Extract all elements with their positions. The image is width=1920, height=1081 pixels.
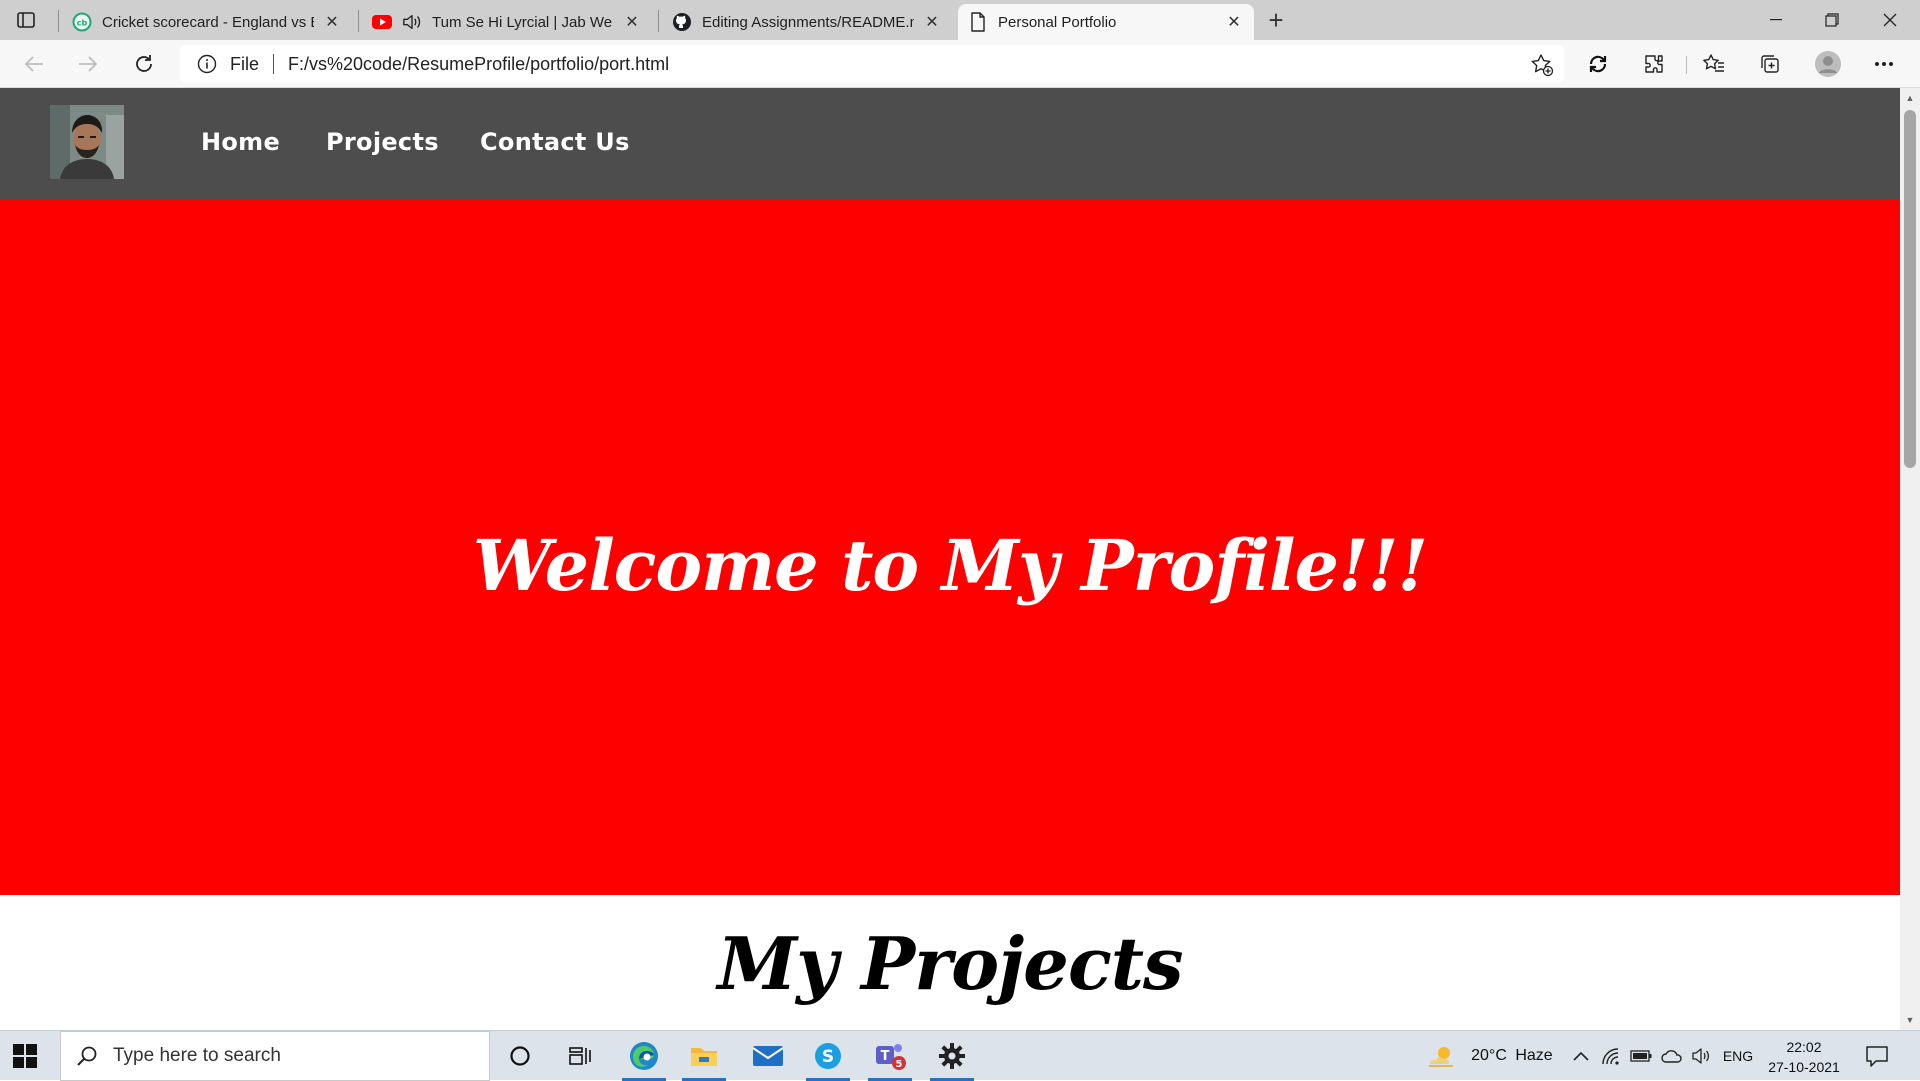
collections-icon[interactable] xyxy=(1756,50,1784,78)
toolbar-divider xyxy=(1686,56,1687,74)
mail-icon[interactable] xyxy=(740,1031,796,1081)
tab-title: Editing Assignments/README.m xyxy=(702,13,914,31)
network-icon[interactable] xyxy=(1598,1031,1624,1081)
tab-youtube-song[interactable]: Tum Se Hi Lyrcial | Jab We M ✕ xyxy=(362,4,652,40)
close-tab-icon[interactable]: ✕ xyxy=(1224,12,1244,32)
svg-text:cb: cb xyxy=(77,19,88,28)
divider xyxy=(273,54,275,74)
back-arrow-icon[interactable] xyxy=(18,48,50,80)
site-navbar: Home Projects Contact Us xyxy=(0,88,1900,199)
more-menu-icon[interactable] xyxy=(1870,50,1898,78)
scroll-thumb[interactable] xyxy=(1904,110,1916,468)
profile-avatar-icon[interactable] xyxy=(1814,50,1842,78)
cortana-icon[interactable] xyxy=(492,1031,548,1081)
onedrive-cloud-icon[interactable] xyxy=(1658,1031,1686,1081)
tab-cricket-scorecard[interactable]: cb Cricket scorecard - England vs Ba ✕ xyxy=(62,4,352,40)
github-icon xyxy=(672,12,692,32)
clock-date: 27-10-2021 xyxy=(1768,1059,1840,1075)
close-tab-icon[interactable]: ✕ xyxy=(622,12,642,32)
notification-center-icon[interactable] xyxy=(1864,1043,1890,1069)
tab-personal-portfolio[interactable]: Personal Portfolio ✕ xyxy=(958,4,1254,40)
page-viewport: Home Projects Contact Us Welcome to My P… xyxy=(0,88,1900,1030)
weather-temperature[interactable]: 20°C xyxy=(1464,1031,1514,1081)
url-text[interactable]: F:/vs%20code/ResumeProfile/portfolio/por… xyxy=(288,54,669,75)
nav-link-contact-us[interactable]: Contact Us xyxy=(480,128,630,156)
vertical-scrollbar[interactable]: ▲ ▼ xyxy=(1900,88,1920,1030)
file-explorer-icon[interactable] xyxy=(676,1031,732,1081)
system-clock[interactable]: 22:02 27-10-2021 xyxy=(1762,1037,1846,1077)
page-icon xyxy=(968,12,988,32)
scroll-up-icon[interactable]: ▲ xyxy=(1900,90,1920,106)
refresh-icon[interactable] xyxy=(128,48,160,80)
add-favorite-icon[interactable] xyxy=(1530,53,1554,77)
extensions-icon[interactable] xyxy=(1640,50,1668,78)
weather-condition[interactable]: Haze xyxy=(1512,1031,1556,1081)
windows-taskbar: Type here to search S T5 20°C Haze ENG 2… xyxy=(0,1030,1920,1081)
skype-icon[interactable]: S xyxy=(800,1031,856,1081)
cricbuzz-icon: cb xyxy=(72,12,92,32)
show-hidden-icons-chevron-icon[interactable] xyxy=(1568,1031,1594,1081)
tab-separator xyxy=(358,10,359,32)
youtube-icon xyxy=(372,12,392,32)
sync-icon[interactable] xyxy=(1584,50,1612,78)
search-icon xyxy=(75,1044,99,1068)
minimize-window-icon[interactable] xyxy=(1748,0,1804,40)
scroll-down-icon[interactable]: ▼ xyxy=(1900,1012,1920,1028)
site-info-icon[interactable] xyxy=(196,53,218,75)
new-tab-icon[interactable]: + xyxy=(1262,5,1290,35)
tab-title: Tum Se Hi Lyrcial | Jab We M xyxy=(432,13,614,31)
favorites-icon[interactable] xyxy=(1700,50,1728,78)
input-language[interactable]: ENG xyxy=(1718,1031,1758,1081)
search-placeholder: Type here to search xyxy=(113,1045,281,1066)
hero-heading: Welcome to My Profile!!! xyxy=(472,523,1428,607)
browser-toolbar: File F:/vs%20code/ResumeProfile/portfoli… xyxy=(0,40,1920,88)
battery-icon[interactable] xyxy=(1628,1031,1654,1081)
address-bar[interactable]: File F:/vs%20code/ResumeProfile/portfoli… xyxy=(180,45,1564,83)
svg-text:T: T xyxy=(881,1049,890,1064)
tab-separator xyxy=(58,10,59,32)
edge-browser-icon[interactable] xyxy=(616,1031,672,1081)
tab-github-readme[interactable]: Editing Assignments/README.m ✕ xyxy=(662,4,952,40)
windows-start-icon[interactable] xyxy=(12,1043,38,1069)
tab-title: Cricket scorecard - England vs Ba xyxy=(102,13,314,31)
volume-icon[interactable] xyxy=(1688,1031,1714,1081)
tab-separator xyxy=(658,10,659,32)
tab-title: Personal Portfolio xyxy=(998,13,1117,31)
svg-text:S: S xyxy=(822,1047,834,1067)
url-scheme-label: File xyxy=(230,53,260,74)
browser-tab-strip: cb Cricket scorecard - England vs Ba ✕ T… xyxy=(0,0,1920,40)
taskbar-search-box[interactable]: Type here to search xyxy=(60,1031,490,1081)
teams-icon[interactable]: T5 xyxy=(862,1031,918,1081)
projects-heading: My Projects xyxy=(717,921,1183,1006)
close-tab-icon[interactable]: ✕ xyxy=(322,12,342,32)
close-window-icon[interactable] xyxy=(1862,0,1918,40)
nav-link-projects[interactable]: Projects xyxy=(326,128,439,156)
profile-photo xyxy=(50,105,124,179)
clock-time: 22:02 xyxy=(1786,1039,1822,1055)
restore-window-icon[interactable] xyxy=(1804,0,1860,40)
task-view-icon[interactable] xyxy=(552,1031,608,1081)
weather-icon[interactable] xyxy=(1424,1031,1460,1081)
tab-actions-icon[interactable] xyxy=(14,8,38,32)
close-tab-icon[interactable]: ✕ xyxy=(922,12,942,32)
audio-playing-icon[interactable] xyxy=(402,12,422,32)
nav-link-home[interactable]: Home xyxy=(201,128,280,156)
hero-banner: Welcome to My Profile!!! xyxy=(0,199,1900,895)
settings-gear-icon[interactable] xyxy=(924,1031,980,1081)
forward-arrow-icon[interactable] xyxy=(72,48,104,80)
teams-badge-count: 5 xyxy=(896,1059,903,1070)
